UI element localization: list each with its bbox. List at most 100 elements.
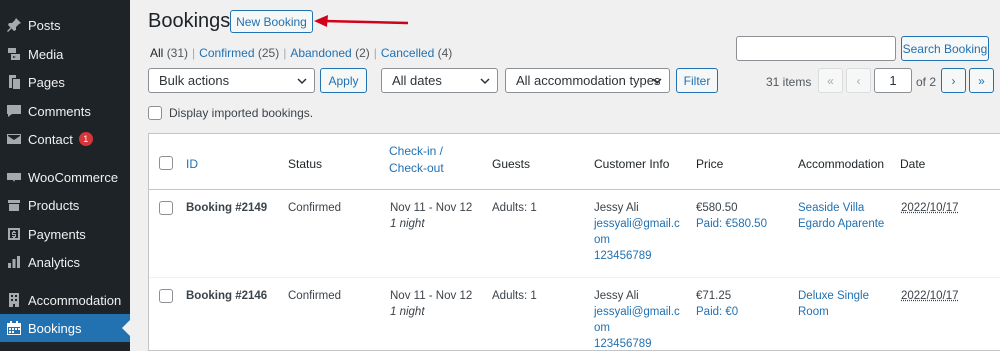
customer-info: Jessy Ali jessyali@gmail.c om 123456789 [594,288,680,351]
separator: | [283,46,287,60]
column-price: Price [696,157,724,171]
customer-phone-link[interactable]: 123456789 [594,338,652,350]
sidebar-item-posts[interactable]: Posts [0,11,130,39]
booking-id-link[interactable]: Booking #2149 [186,200,267,216]
booking-dates: Nov 11 - Nov 12 1 night [390,200,472,232]
booking-date-range: Nov 11 - Nov 12 [390,202,473,214]
items-count: 31 items [766,75,812,89]
booking-price: €580.50 Paid: €580.50 [696,200,767,232]
bookings-table: ID Status Check-in / Check-out Guests Cu… [148,133,1000,351]
dates-value: All dates [392,73,442,88]
booking-price: €71.25 Paid: €0 [696,288,738,320]
paid-amount-link[interactable]: Paid: €0 [696,306,738,318]
sidebar-item-contact[interactable]: Contact 1 [0,125,130,153]
main-content: Bookings New Booking All (31) | Confirmed … [130,0,1000,351]
price-total: €580.50 [696,202,738,214]
sidebar-item-media[interactable]: Media [0,40,130,68]
search-input[interactable] [736,36,896,61]
booking-accommodation: Deluxe Single Room [798,288,869,320]
products-icon [6,197,22,213]
customer-info: Jessy Ali jessyali@gmail.c om 123456789 [594,200,680,264]
prev-page-button[interactable]: ‹ [846,68,871,93]
sidebar-item-bookings[interactable]: Bookings [0,314,130,342]
column-date: Date [900,157,926,171]
sidebar-item-woocommerce[interactable]: WooCommerce [0,163,130,191]
column-checkin-line2: Check-out [389,161,444,175]
sidebar-item-pages[interactable]: Pages [0,68,130,96]
customer-email-link[interactable]: jessyali@gmail.c om [594,306,680,334]
sidebar-item-label: Media [28,46,64,62]
bulk-actions-value: Bulk actions [159,73,230,88]
column-guests: Guests [492,157,531,171]
page-title: Bookings [148,10,231,32]
sidebar-item-products[interactable]: Products [0,191,130,219]
first-page-button[interactable]: « [818,68,843,93]
annotation-arrow-icon [314,15,409,27]
sidebar-item-label: Bookings [28,320,82,336]
chevron-down-icon [480,78,490,85]
accommodation-types-value: All accommodation types [516,73,661,88]
filter-button[interactable]: Filter [676,68,718,93]
separator: | [192,46,196,60]
filter-confirmed[interactable]: Confirmed (25) [199,46,279,60]
sidebar-item-label: WooCommerce [28,169,119,185]
table-header: ID Status Check-in / Check-out Guests Cu… [149,134,1000,190]
display-imported-label: Display imported bookings. [169,106,314,120]
booking-date: 2022/10/17 [901,290,959,302]
payments-icon [6,226,22,242]
separator: | [373,46,377,60]
comments-icon [6,103,22,119]
booking-status: Confirmed [288,202,342,214]
sidebar-item-comments[interactable]: Comments [0,97,130,125]
column-checkin-line1: Check-in / [389,144,444,158]
row-checkbox[interactable] [159,201,173,215]
column-accommodation: Accommodation [798,157,885,171]
row-checkbox[interactable] [159,289,173,303]
woocommerce-icon [6,169,22,185]
booking-dates: Nov 11 - Nov 12 1 night [390,288,472,320]
filter-abandoned[interactable]: Abandoned (2) [290,46,369,60]
calendar-icon [6,320,22,336]
mail-icon [6,131,22,147]
current-page-input[interactable]: 1 [874,68,912,93]
sidebar-item-label: Posts [28,17,61,33]
select-all-checkbox[interactable] [159,156,173,170]
accommodation-link[interactable]: Deluxe Single Room [798,290,869,318]
sidebar-item-accommodation[interactable]: Accommodation [0,286,130,314]
new-booking-button[interactable]: New Booking [230,10,313,33]
booking-date-range: Nov 11 - Nov 12 [390,290,473,302]
table-row: Booking #2146 Confirmed Nov 11 - Nov 12 … [149,278,1000,351]
building-icon [6,292,22,308]
filter-all[interactable]: All (31) [150,46,188,60]
column-id[interactable]: ID [186,156,198,173]
booking-nights: 1 night [390,218,425,230]
customer-phone-link[interactable]: 123456789 [594,250,652,262]
column-customer-info: Customer Info [594,157,670,171]
customer-email-link[interactable]: jessyali@gmail.c om [594,218,680,246]
booking-status: Confirmed [288,290,342,302]
sidebar-item-analytics[interactable]: Analytics [0,248,130,276]
booking-guests: Adults: 1 [492,202,537,214]
last-page-button[interactable]: » [969,68,994,93]
media-icon [6,46,22,62]
display-imported-checkbox[interactable] [148,106,162,120]
next-page-button[interactable]: › [941,68,966,93]
booking-id-link[interactable]: Booking #2146 [186,288,267,304]
search-booking-button[interactable]: Search Booking [901,36,989,61]
booking-nights: 1 night [390,306,425,318]
booking-date: 2022/10/17 [901,202,959,214]
dates-select[interactable]: All dates [381,68,498,93]
paid-amount-link[interactable]: Paid: €580.50 [696,218,767,230]
admin-sidebar: Posts Media Pages Comments Contact 1 Woo… [0,0,130,351]
column-checkin[interactable]: Check-in / Check-out [389,143,444,177]
accommodation-types-select[interactable]: All accommodation types [505,68,670,93]
sidebar-item-payments[interactable]: Payments [0,220,130,248]
apply-button[interactable]: Apply [320,68,367,93]
customer-name: Jessy Ali [594,290,639,302]
bulk-actions-select[interactable]: Bulk actions [148,68,315,93]
pages-icon [6,74,22,90]
total-pages: of 2 [916,75,937,89]
chevron-down-icon [652,78,662,85]
filter-cancelled[interactable]: Cancelled (4) [381,46,452,60]
accommodation-link[interactable]: Seaside Villa Egardo Aparente [798,202,884,230]
